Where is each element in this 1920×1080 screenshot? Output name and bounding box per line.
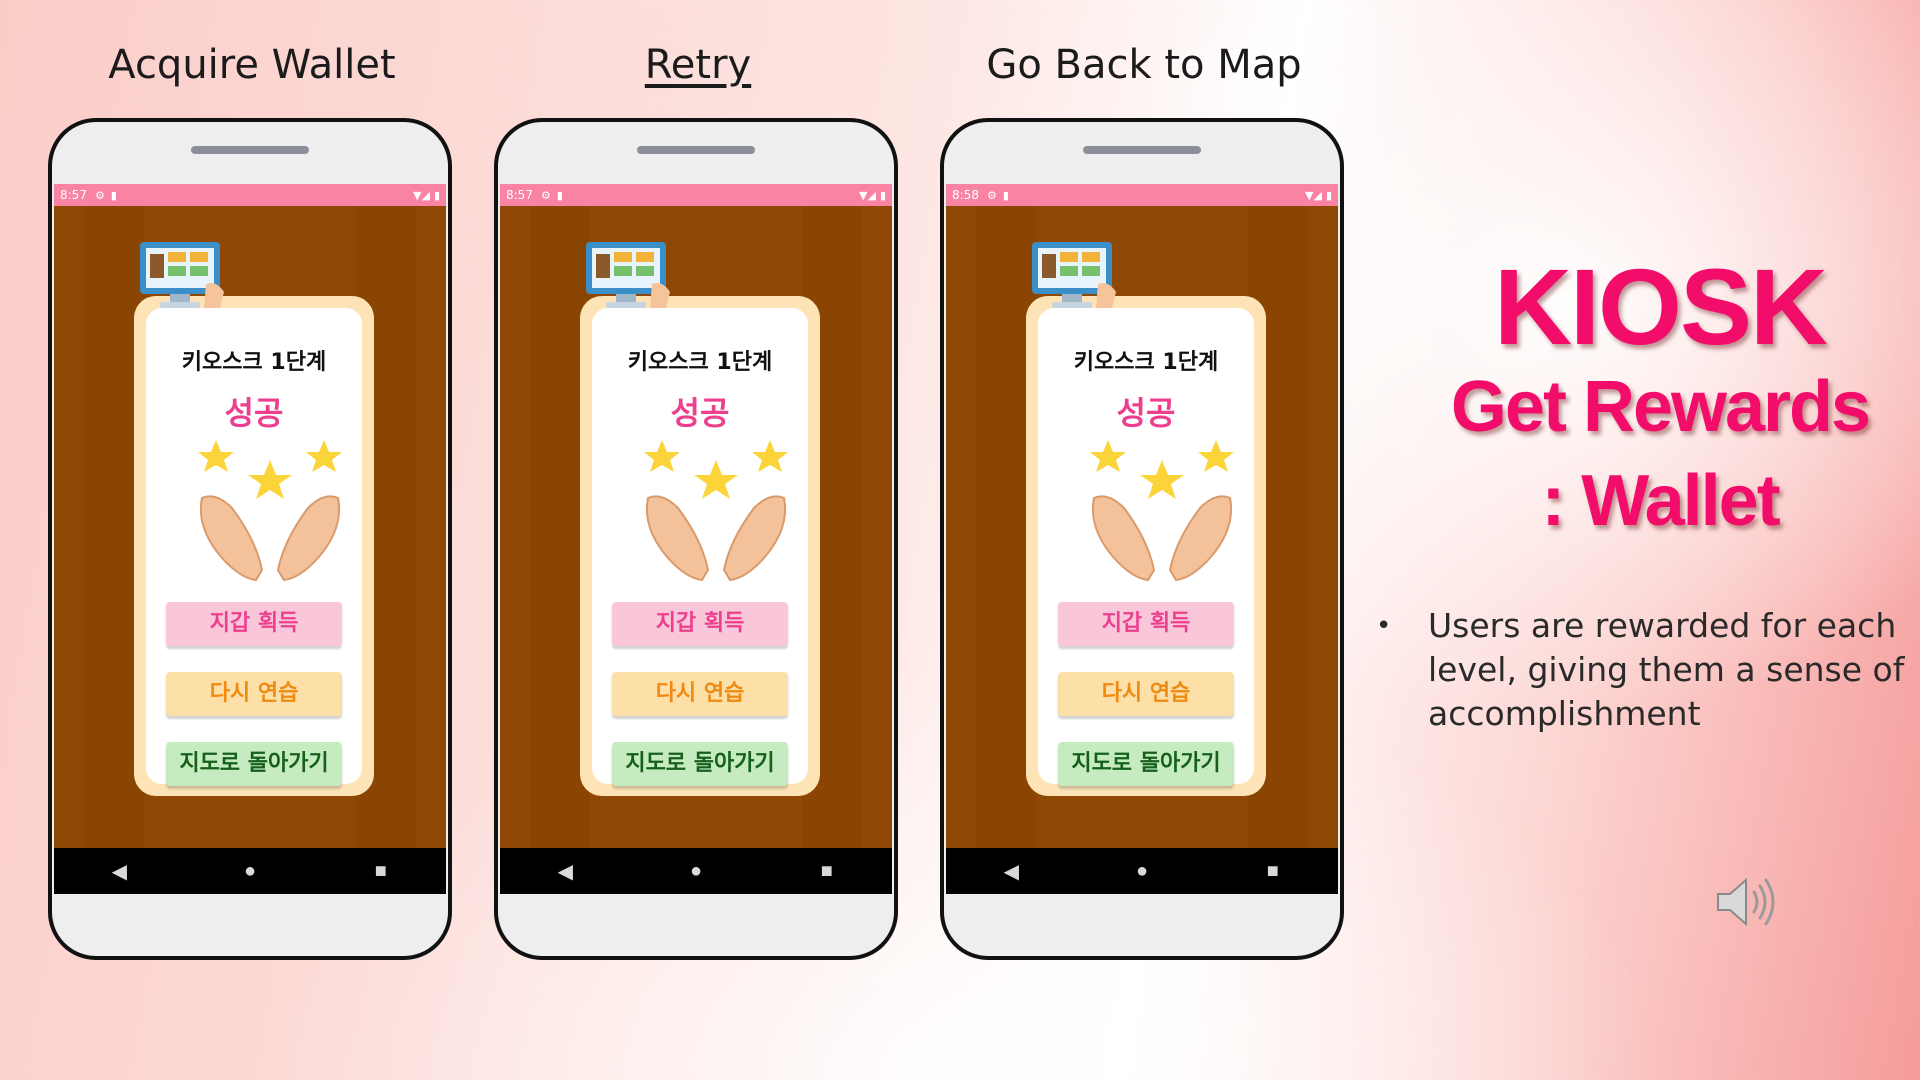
wifi-signal-icon: ▼◢ (413, 188, 430, 202)
speaker-volume-icon[interactable] (1712, 872, 1776, 932)
status-bar: 8:57 ⚙ ▮ ▼◢ ▮ (54, 184, 446, 206)
app-area: 키오스크 1단계 성공 지갑 획득 다시 연습 지도로 돌아가기 (946, 206, 1338, 848)
result-card-inner: 키오스크 1단계 성공 지갑 획득 다시 연습 지도로 돌아가기 (592, 308, 808, 786)
result-card-inner: 키오스크 1단계 성공 지갑 획득 다시 연습 지도로 돌아가기 (146, 308, 362, 786)
slide-title-get-rewards: Get Rewards (1450, 367, 1871, 447)
phone-screen: 8:58 ⚙ ▮ ▼◢ ▮ 키오스크 1단계 성공 지갑 획득 다시 연습 지도… (946, 184, 1338, 894)
bullet-text: Users are rewarded for each level, givin… (1428, 606, 1905, 733)
kiosk-screen-icon (1032, 242, 1116, 308)
slide-title-wallet: : Wallet (1541, 461, 1780, 541)
back-to-map-button[interactable]: 지도로 돌아가기 (166, 742, 342, 786)
android-nav-bar: ◀ ● ■ (54, 848, 446, 894)
battery-icon: ▮ (879, 188, 886, 202)
retry-button[interactable]: 다시 연습 (166, 672, 342, 716)
result-card: 키오스크 1단계 성공 지갑 획득 다시 연습 지도로 돌아가기 (134, 296, 374, 796)
level-title: 키오스크 1단계 (627, 350, 773, 375)
success-text: 성공 (1116, 394, 1176, 432)
reward-hands-stars-icon (1090, 440, 1234, 582)
phone-mockup-2: 8:57 ⚙ ▮ ▼◢ ▮ 키오스크 1단계 성공 지갑 획득 다시 연습 지도… (494, 118, 898, 960)
storage-icon: ▮ (556, 188, 563, 202)
result-card: 키오스크 1단계 성공 지갑 획득 다시 연습 지도로 돌아가기 (580, 296, 820, 796)
nav-home-icon[interactable]: ● (1122, 860, 1162, 883)
app-area: 키오스크 1단계 성공 지갑 획득 다시 연습 지도로 돌아가기 (500, 206, 892, 848)
phone-mockup-3: 8:58 ⚙ ▮ ▼◢ ▮ 키오스크 1단계 성공 지갑 획득 다시 연습 지도… (940, 118, 1344, 960)
phone-screen: 8:57 ⚙ ▮ ▼◢ ▮ 키오스크 1단계 성공 지갑 획득 다시 연습 지도… (54, 184, 446, 894)
retry-button[interactable]: 다시 연습 (1058, 672, 1234, 716)
kiosk-screen-icon (140, 242, 224, 308)
app-area: 키오스크 1단계 성공 지갑 획득 다시 연습 지도로 돌아가기 (54, 206, 446, 848)
phone-speaker (1083, 146, 1201, 154)
phone-speaker (637, 146, 755, 154)
nav-back-icon[interactable]: ◀ (99, 859, 139, 884)
back-to-map-button[interactable]: 지도로 돌아가기 (612, 742, 788, 786)
back-to-map-button[interactable]: 지도로 돌아가기 (1058, 742, 1234, 786)
result-card-inner: 키오스크 1단계 성공 지갑 획득 다시 연습 지도로 돌아가기 (1038, 308, 1254, 786)
caption-acquire-wallet: Acquire Wallet (108, 42, 396, 88)
acquire-wallet-button[interactable]: 지갑 획득 (1058, 602, 1234, 646)
retry-button[interactable]: 다시 연습 (612, 672, 788, 716)
status-bar: 8:57 ⚙ ▮ ▼◢ ▮ (500, 184, 892, 206)
reward-hands-stars-icon (198, 440, 342, 582)
settings-icon: ⚙ (94, 188, 105, 202)
success-text: 성공 (224, 394, 284, 432)
settings-icon: ⚙ (540, 188, 551, 202)
nav-recents-icon[interactable]: ■ (807, 860, 847, 883)
nav-back-icon[interactable]: ◀ (991, 859, 1031, 884)
android-nav-bar: ◀ ● ■ (946, 848, 1338, 894)
level-title: 키오스크 1단계 (1073, 350, 1219, 375)
bullet-dot: • (1376, 611, 1392, 641)
storage-icon: ▮ (1002, 188, 1009, 202)
wifi-signal-icon: ▼◢ (1305, 188, 1322, 202)
nav-recents-icon[interactable]: ■ (1253, 860, 1293, 883)
caption-go-back-to-map: Go Back to Map (986, 42, 1302, 88)
settings-icon: ⚙ (986, 188, 997, 202)
nav-home-icon[interactable]: ● (230, 860, 270, 883)
nav-recents-icon[interactable]: ■ (361, 860, 401, 883)
status-bar: 8:58 ⚙ ▮ ▼◢ ▮ (946, 184, 1338, 206)
level-title: 키오스크 1단계 (181, 350, 327, 375)
battery-icon: ▮ (1325, 188, 1332, 202)
phone-screen: 8:57 ⚙ ▮ ▼◢ ▮ 키오스크 1단계 성공 지갑 획득 다시 연습 지도… (500, 184, 892, 894)
phone-speaker (191, 146, 309, 154)
bullet-list: • Users are rewarded for each level, giv… (1376, 604, 1916, 736)
acquire-wallet-button[interactable]: 지갑 획득 (166, 602, 342, 646)
bullet-item: • Users are rewarded for each level, giv… (1376, 604, 1916, 736)
status-time: 8:57 (506, 188, 533, 202)
caption-retry[interactable]: Retry (488, 42, 908, 88)
kiosk-screen-icon (586, 242, 670, 308)
reward-hands-stars-icon (644, 440, 788, 582)
nav-back-icon[interactable]: ◀ (545, 859, 585, 884)
battery-icon: ▮ (433, 188, 440, 202)
storage-icon: ▮ (110, 188, 117, 202)
slide-title-kiosk: KIOSK (1493, 246, 1828, 367)
status-time: 8:58 (952, 188, 979, 202)
phone-mockup-1: 8:57 ⚙ ▮ ▼◢ ▮ 키오스크 1단계 성공 지갑 획득 다시 연습 지도… (48, 118, 452, 960)
nav-home-icon[interactable]: ● (676, 860, 716, 883)
success-text: 성공 (670, 394, 730, 432)
acquire-wallet-button[interactable]: 지갑 획득 (612, 602, 788, 646)
status-time: 8:57 (60, 188, 87, 202)
wifi-signal-icon: ▼◢ (859, 188, 876, 202)
android-nav-bar: ◀ ● ■ (500, 848, 892, 894)
result-card: 키오스크 1단계 성공 지갑 획득 다시 연습 지도로 돌아가기 (1026, 296, 1266, 796)
